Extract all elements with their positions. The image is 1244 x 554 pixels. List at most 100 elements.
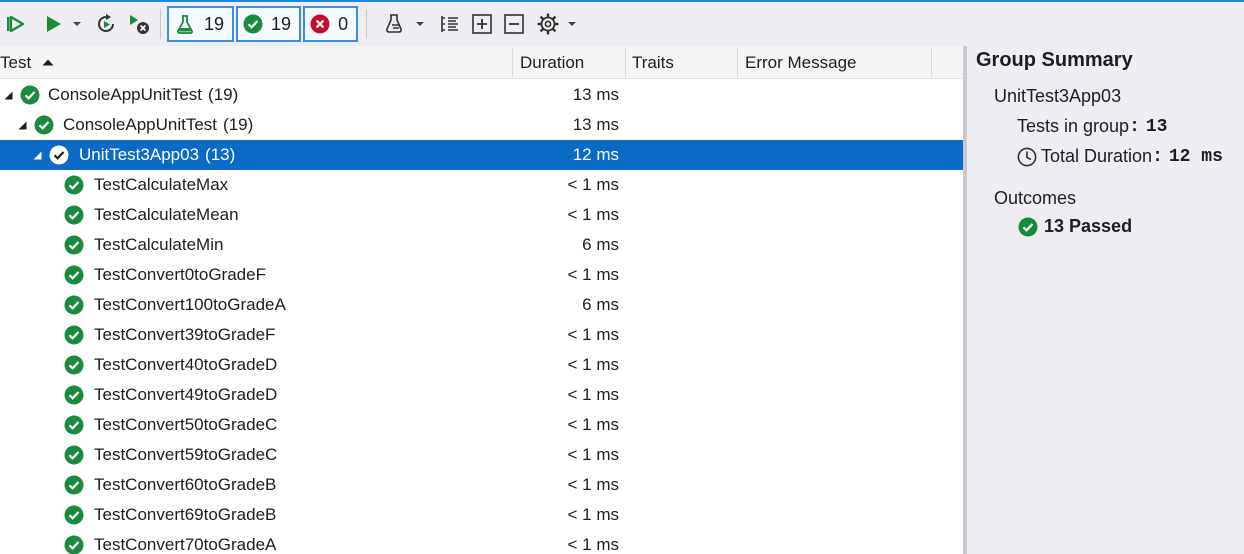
group-summary-pane: Group Summary UnitTest3App03 Tests in gr… (967, 46, 1244, 554)
settings-dropdown-button[interactable] (565, 6, 579, 42)
passed-check-icon (243, 14, 263, 34)
test-row[interactable]: TestConvert59toGradeC < 1 ms (0, 440, 963, 470)
test-duration: < 1 ms (567, 475, 620, 494)
test-row[interactable]: TestCalculateMean < 1 ms (0, 200, 963, 230)
total-duration-line: Total Duration : 12 ms (1017, 146, 1223, 167)
test-row[interactable]: TestConvert100toGradeA 6 ms (0, 290, 963, 320)
passed-check-icon (64, 415, 84, 435)
test-name: TestConvert60toGradeB (94, 475, 277, 494)
duration-column-label: Duration (520, 52, 585, 72)
failed-tests-filter-button[interactable]: 0 (303, 6, 359, 42)
run-all-tests-button[interactable] (2, 6, 28, 42)
sort-ascending-icon (42, 59, 54, 66)
passed-check-icon (64, 205, 84, 225)
failed-tests-count: 0 (338, 13, 349, 34)
test-row[interactable]: TestConvert50toGradeC < 1 ms (0, 410, 963, 440)
playlist-dropdown-button[interactable] (413, 6, 427, 42)
test-duration: < 1 ms (567, 355, 620, 374)
test-group-row[interactable]: ConsoleAppUnitTest (19) 13 ms (0, 110, 963, 140)
passed-check-icon (64, 445, 84, 465)
column-divider[interactable] (737, 48, 738, 77)
test-row[interactable]: TestConvert40toGradeD < 1 ms (0, 350, 963, 380)
settings-button[interactable] (533, 6, 563, 42)
test-row[interactable]: TestCalculateMax < 1 ms (0, 170, 963, 200)
passed-check-icon (64, 505, 84, 525)
test-column-label: Test (0, 52, 32, 72)
test-name: TestConvert59toGradeC (94, 445, 278, 464)
test-row[interactable]: TestConvert0toGradeF < 1 ms (0, 260, 963, 290)
test-duration: < 1 ms (567, 385, 620, 404)
passed-check-icon (34, 115, 54, 135)
traits-column-header[interactable]: Traits (632, 46, 737, 79)
outcomes-label: Outcomes (994, 188, 1077, 208)
passed-check-icon (20, 85, 40, 105)
test-name: TestConvert49toGradeD (94, 385, 278, 404)
traits-column-label: Traits (632, 52, 674, 72)
test-row[interactable]: TestConvert49toGradeD < 1 ms (0, 380, 963, 410)
clock-icon (1017, 147, 1037, 166)
cancel-run-button[interactable] (124, 6, 154, 42)
summary-group-name[interactable]: UnitTest3App03 (994, 86, 1121, 107)
total-tests-count: 19 (204, 13, 225, 34)
cancel-run-icon (130, 15, 149, 34)
expand-toggle[interactable] (18, 110, 27, 140)
column-divider[interactable] (931, 48, 932, 77)
test-name: TestConvert0toGradeF (94, 265, 266, 284)
toolbar-separator (160, 9, 161, 39)
total-tests-filter-button[interactable]: 19 (167, 6, 235, 42)
passed-outcome-text: 13 Passed (1044, 216, 1133, 236)
passed-tests-filter-button[interactable]: 19 (236, 6, 302, 42)
test-count: (19) (223, 115, 254, 134)
test-row[interactable]: TestConvert70toGradeA < 1 ms (0, 530, 963, 554)
expanded-triangle-icon (18, 121, 27, 129)
test-name: TestConvert69toGradeB (94, 505, 277, 524)
test-name: TestConvert100toGradeA (94, 295, 286, 314)
play-icon (47, 16, 61, 32)
column-divider[interactable] (512, 48, 513, 77)
collapse-all-button[interactable] (499, 6, 529, 42)
flask-icon (177, 15, 193, 34)
expand-all-button[interactable] (467, 6, 497, 42)
chevron-down-icon (416, 22, 425, 26)
test-duration: < 1 ms (567, 205, 620, 224)
test-list-grid: Test Duration Traits Error Message Conso… (0, 46, 963, 554)
test-row[interactable]: TestCalculateMin 6 ms (0, 230, 963, 260)
repeat-last-run-button[interactable] (90, 6, 122, 42)
total-duration-label: Total Duration (1041, 146, 1153, 166)
expand-toggle[interactable] (4, 80, 13, 110)
playlist-button[interactable] (381, 6, 411, 42)
run-button[interactable] (36, 6, 70, 42)
test-duration: < 1 ms (567, 175, 620, 194)
passed-check-icon (64, 325, 84, 345)
passed-check-icon (49, 145, 69, 165)
test-group-row[interactable]: ConsoleAppUnitTest (19) 13 ms (0, 80, 963, 110)
test-name: ConsoleAppUnitTest (48, 85, 203, 104)
test-duration: < 1 ms (567, 445, 620, 464)
test-row[interactable]: TestConvert60toGradeB < 1 ms (0, 470, 963, 500)
run-all-icon (7, 15, 25, 33)
duration-column-header[interactable]: Duration (520, 46, 625, 79)
error-message-column-header[interactable]: Error Message (745, 46, 930, 79)
test-name: TestCalculateMean (94, 205, 239, 224)
test-name: TestConvert39toGradeF (94, 325, 276, 344)
error-message-column-label: Error Message (745, 52, 857, 72)
test-group-row[interactable]: UnitTest3App03 (13) 12 ms (0, 140, 963, 170)
passed-outcome-link[interactable]: 13 Passed (1018, 216, 1132, 237)
test-label: UnitTest3App03 (13) (79, 140, 235, 170)
test-row[interactable]: TestConvert69toGradeB < 1 ms (0, 500, 963, 530)
test-column-header[interactable]: Test (0, 46, 512, 79)
tests-in-group-label: Tests in group (1017, 116, 1130, 136)
test-count: (13) (205, 145, 236, 164)
test-duration: < 1 ms (567, 505, 620, 524)
expand-toggle[interactable] (33, 140, 42, 170)
test-duration: 6 ms (582, 235, 619, 254)
group-by-button[interactable] (435, 6, 465, 42)
run-dropdown-button[interactable] (70, 6, 84, 42)
hierarchy-icon (441, 16, 459, 32)
test-duration: 13 ms (572, 85, 619, 104)
expanded-triangle-icon (33, 151, 42, 159)
column-divider[interactable] (625, 48, 626, 77)
test-row[interactable]: TestConvert39toGradeF < 1 ms (0, 320, 963, 350)
test-label: ConsoleAppUnitTest (19) (63, 110, 253, 140)
failed-x-icon (310, 14, 330, 34)
